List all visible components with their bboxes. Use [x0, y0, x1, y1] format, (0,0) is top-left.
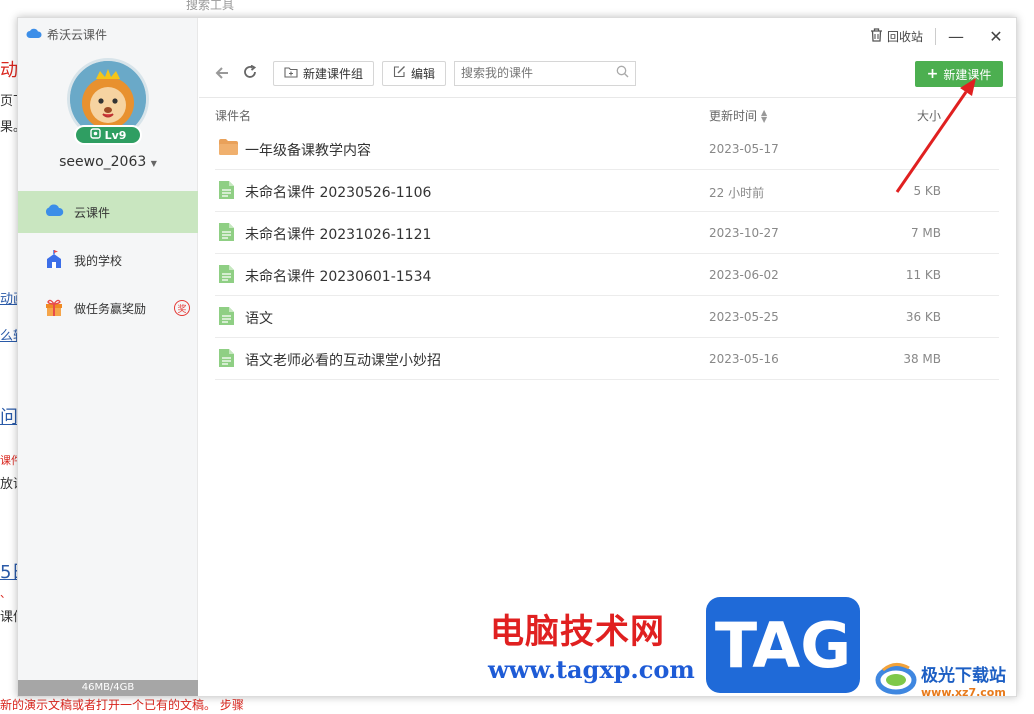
- column-header-name: 课件名: [215, 109, 252, 123]
- search-icon[interactable]: [616, 65, 629, 81]
- toolbar: 新建课件组 编辑: [215, 60, 637, 86]
- minimize-button[interactable]: —: [936, 27, 976, 46]
- app-title: 希沃云课件: [26, 26, 107, 43]
- row-name: 未命名课件 20231026-1121: [245, 227, 432, 243]
- table-row[interactable]: 语文 2023-05-25 36 KB: [215, 296, 999, 338]
- folder-plus-icon: [284, 66, 298, 81]
- sort-icon: ▲ ▼: [761, 107, 768, 124]
- storage-usage: 46MB/4GB: [18, 680, 198, 696]
- watermark-url: www.tagxp.com: [488, 655, 695, 684]
- column-header-time[interactable]: 更新时间 ▲ ▼: [709, 107, 767, 124]
- username-dropdown[interactable]: seewo_2063 ▼: [18, 154, 198, 170]
- row-size: 36 KB: [905, 310, 941, 324]
- gift-icon: [44, 297, 64, 320]
- search-input[interactable]: [461, 66, 607, 80]
- folder-icon: [219, 139, 238, 159]
- caret-down-icon: ▼: [150, 159, 157, 168]
- courseware-file-icon: [219, 307, 234, 329]
- bg-fragment: 问: [0, 407, 18, 428]
- new-courseware-label: 新建课件: [943, 67, 992, 82]
- table-row[interactable]: 语文老师必看的互动课堂小妙招 2023-05-16 38 MB: [215, 338, 999, 380]
- level-text: Lv9: [104, 128, 127, 142]
- column-header-size: 大小: [917, 109, 942, 123]
- courseware-file-icon: [219, 223, 234, 245]
- recycle-bin-button[interactable]: 回收站: [870, 27, 936, 45]
- row-time: 2023-10-27: [709, 226, 779, 240]
- row-name: 未命名课件 20230601-1534: [245, 269, 432, 285]
- cloud-icon: [44, 204, 64, 220]
- bg-fragment: 、: [0, 587, 11, 600]
- row-time: 2023-05-16: [709, 352, 779, 366]
- table-row[interactable]: 未命名课件 20231026-1121 2023-10-27 7 MB: [215, 212, 999, 254]
- row-time: 2023-05-17: [709, 142, 779, 156]
- level-shield-icon: [89, 128, 101, 142]
- seewo-cloud-window: 希沃云课件 Lv9 seewo_2063 ▼ 云课件 我的学校 做任务赢奖励 奖…: [17, 17, 1017, 697]
- edit-label: 编辑: [411, 66, 436, 81]
- new-group-button[interactable]: 新建课件组: [273, 60, 375, 86]
- bg-bottom-text: 新的演示文稿或者打开一个已有的文稿。 步骤: [0, 698, 244, 712]
- courseware-file-icon: [219, 181, 234, 203]
- watermark-cn: 电脑技术网: [490, 612, 665, 652]
- column-header-time-label: 更新时间: [709, 109, 758, 123]
- courseware-file-icon: [219, 265, 234, 287]
- toolbar-divider: [199, 97, 1016, 98]
- row-name: 一年级备课教学内容: [245, 143, 371, 159]
- new-group-label: 新建课件组: [303, 66, 364, 81]
- edit-icon: [393, 65, 406, 81]
- new-courseware-button[interactable]: + 新建课件: [915, 61, 1003, 87]
- row-name: 语文老师必看的互动课堂小妙招: [245, 353, 441, 369]
- bg-search-tools: 搜索工具: [186, 0, 235, 12]
- trash-icon: [870, 27, 883, 45]
- sidebar-item-label: 云课件: [74, 205, 111, 220]
- reward-badge: 奖: [174, 300, 191, 316]
- close-button[interactable]: ✕: [976, 27, 1016, 46]
- table-row[interactable]: 未命名课件 20230526-1106 22 小时前 5 KB: [215, 170, 999, 212]
- search-box[interactable]: [454, 60, 637, 86]
- row-name: 未命名课件 20230526-1106: [245, 185, 432, 201]
- refresh-icon[interactable]: [243, 64, 265, 83]
- sidebar: 希沃云课件 Lv9 seewo_2063 ▼ 云课件 我的学校 做任务赢奖励 奖…: [18, 18, 198, 696]
- plus-icon: +: [926, 66, 939, 82]
- edit-button[interactable]: 编辑: [382, 60, 447, 86]
- sidebar-item-label: 我的学校: [74, 253, 123, 268]
- sidebar-item-label: 做任务赢奖励: [74, 301, 147, 316]
- table-row[interactable]: 一年级备课教学内容 2023-05-17: [215, 128, 999, 170]
- back-arrow-icon[interactable]: [215, 64, 235, 83]
- sidebar-item-tasks-rewards[interactable]: 做任务赢奖励 奖: [18, 287, 198, 329]
- site-name: 极光下载站: [921, 666, 1006, 686]
- cloud-logo-icon: [26, 28, 42, 42]
- row-size: 11 KB: [905, 268, 941, 282]
- aurora-logo-icon: [875, 660, 917, 700]
- row-name: 语文: [245, 311, 273, 327]
- level-badge: Lv9: [74, 125, 142, 145]
- row-size: 7 MB: [910, 226, 941, 240]
- row-time: 22 小时前: [709, 186, 765, 200]
- table-row[interactable]: 未命名课件 20230601-1534 2023-06-02 11 KB: [215, 254, 999, 296]
- row-time: 2023-05-25: [709, 310, 779, 324]
- sidebar-item-my-school[interactable]: 我的学校: [18, 239, 198, 281]
- username-text: seewo_2063: [59, 154, 147, 170]
- app-title-text: 希沃云课件: [47, 28, 108, 42]
- row-size: 38 MB: [903, 352, 941, 366]
- main-panel: 回收站 — ✕ 新建课件组 编辑 搜索我的课件 + 新建课件 课件名 更新时间 …: [199, 18, 1016, 696]
- school-icon: [44, 249, 64, 272]
- bg-fragment: 动: [0, 60, 18, 81]
- site-url: www.xz7.com: [921, 686, 1006, 699]
- row-time: 2023-06-02: [709, 268, 779, 282]
- watermark-site-logo: 极光下载站 www.xz7.com: [875, 660, 1006, 700]
- watermark-tag-logo: TAG: [706, 597, 860, 693]
- row-size: 5 KB: [913, 184, 941, 198]
- recycle-bin-label: 回收站: [886, 29, 923, 44]
- sidebar-item-cloud-courseware[interactable]: 云课件: [18, 191, 198, 233]
- courseware-file-icon: [219, 349, 234, 371]
- title-bar: 回收站 — ✕: [870, 24, 1016, 48]
